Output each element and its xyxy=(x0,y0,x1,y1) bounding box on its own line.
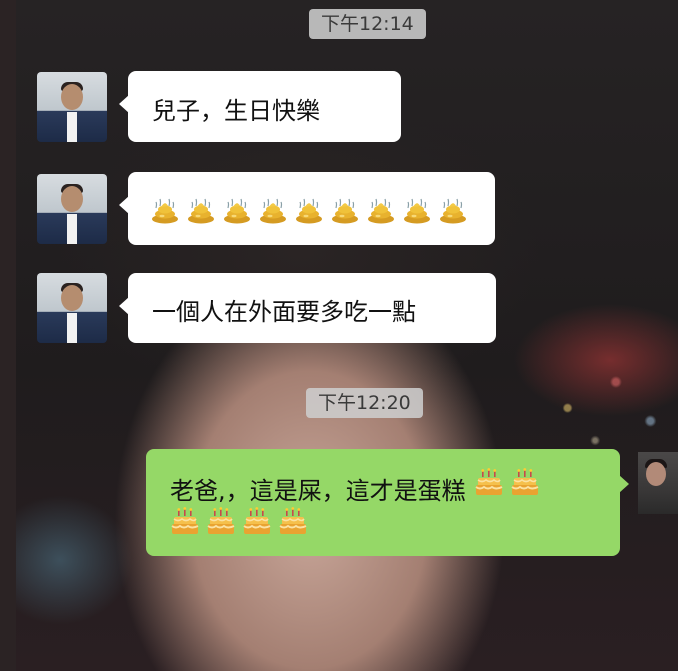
emoji-row xyxy=(170,507,308,537)
poop-icon xyxy=(258,194,288,224)
background-city-lights xyxy=(540,330,678,460)
poop-icon xyxy=(294,194,324,224)
poop-icon xyxy=(438,194,468,224)
timestamp: 下午12:20 xyxy=(306,388,423,418)
father-avatar[interactable] xyxy=(37,273,107,343)
father-avatar[interactable] xyxy=(37,174,107,244)
message-bubble[interactable]: 兒子，生日快樂 xyxy=(119,71,401,142)
message-bubble[interactable] xyxy=(119,172,495,245)
poop-icon xyxy=(222,194,252,224)
message-text: 兒子，生日快樂 xyxy=(152,97,320,125)
birthday-cake-icon xyxy=(170,507,200,537)
message-bubble[interactable]: 一個人在外面要多吃一點 xyxy=(119,273,496,343)
emoji-row xyxy=(150,194,468,224)
poop-icon xyxy=(366,194,396,224)
son-avatar[interactable] xyxy=(638,452,678,514)
timestamp-text: 下午12:14 xyxy=(321,13,414,35)
message-text: 老爸,，這是屎，這才是蛋糕 xyxy=(170,477,466,505)
poop-icon xyxy=(186,194,216,224)
poop-icon xyxy=(402,194,432,224)
message-bubble-outgoing[interactable]: 老爸,，這是屎，這才是蛋糕 xyxy=(146,449,629,556)
birthday-cake-icon xyxy=(242,507,272,537)
timestamp-text: 下午12:20 xyxy=(318,392,411,414)
poop-icon xyxy=(150,194,180,224)
birthday-cake-icon xyxy=(206,507,236,537)
birthday-cake-icon xyxy=(510,468,540,498)
emoji-row xyxy=(474,468,540,498)
timestamp: 下午12:14 xyxy=(309,9,426,39)
poop-icon xyxy=(330,194,360,224)
birthday-cake-icon xyxy=(278,507,308,537)
father-avatar[interactable] xyxy=(37,72,107,142)
message-text: 一個人在外面要多吃一點 xyxy=(152,298,416,326)
left-edge xyxy=(0,0,16,671)
birthday-cake-icon xyxy=(474,468,504,498)
